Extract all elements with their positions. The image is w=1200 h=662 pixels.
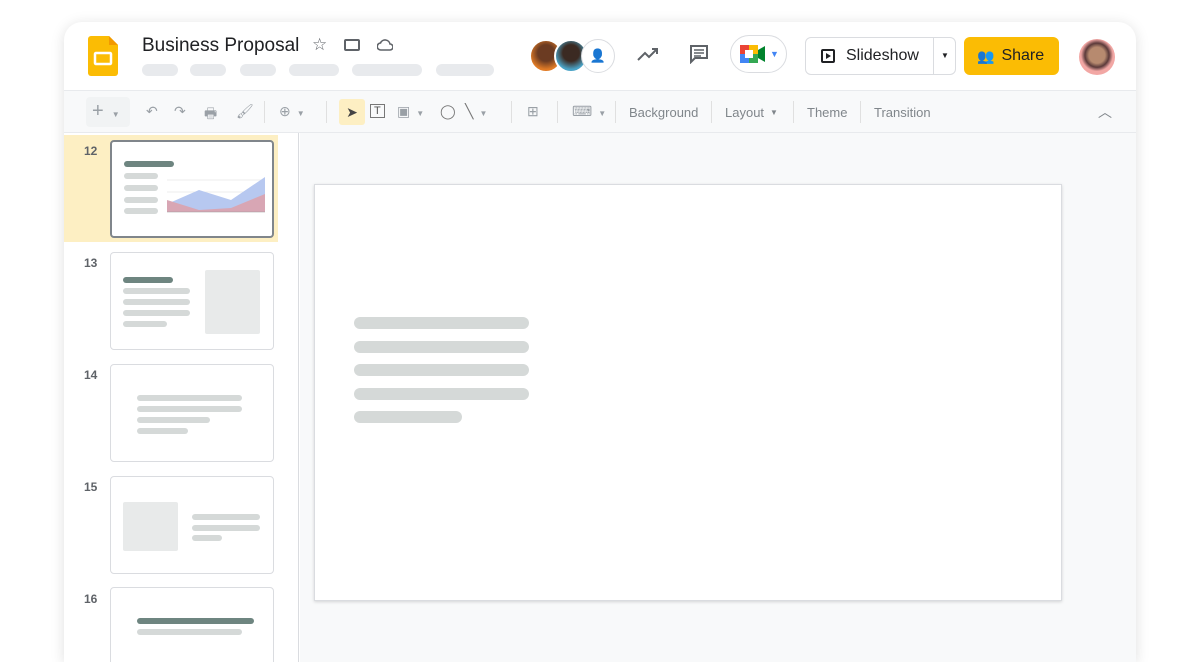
slide-number: 14 — [84, 368, 98, 382]
zoom-icon[interactable]: ⊕ ▼ — [279, 103, 305, 120]
new-slide-button[interactable]: + ▼ — [86, 97, 130, 127]
share-button[interactable]: 👥 Share — [964, 37, 1059, 75]
collapse-toolbar-icon[interactable]: ︿ — [1098, 102, 1112, 122]
slide-number: 16 — [84, 592, 98, 606]
cloud-saved-icon[interactable] — [376, 38, 394, 57]
divider — [326, 101, 327, 123]
text-placeholder — [354, 364, 529, 376]
divider — [615, 101, 616, 123]
slide-thumbnail-14[interactable] — [110, 364, 274, 462]
share-label: Share — [1001, 47, 1045, 64]
star-icon[interactable]: ☆ — [312, 35, 327, 55]
text-placeholder — [354, 388, 529, 400]
transition-button[interactable]: Transition — [874, 105, 931, 120]
divider — [511, 101, 512, 123]
anonymous-viewers-icon[interactable]: 👤 — [581, 39, 615, 73]
select-tool[interactable]: ➤ — [339, 99, 365, 125]
divider — [793, 101, 794, 123]
slide-filmstrip[interactable]: 12 13 14 15 16 — [64, 133, 299, 662]
move-to-folder-icon[interactable] — [344, 39, 360, 51]
toolbar: + ▼ ↶ ↷ 🖶 🖌 ⊕ ▼ ➤ T ▣ ▼ ◯ ╲ ▼ ⊞ ⌨ ▼ Backgroun… — [64, 90, 1136, 133]
redo-icon[interactable]: ↷ — [174, 103, 186, 120]
image-icon[interactable]: ▣ ▼ — [397, 103, 424, 120]
slides-logo[interactable] — [88, 36, 118, 76]
insert-comment-icon[interactable]: ⊞ — [527, 103, 539, 120]
divider — [860, 101, 861, 123]
shape-icon[interactable]: ◯ — [440, 103, 456, 120]
slide-number: 12 — [84, 144, 98, 158]
meet-button[interactable]: ▼ — [730, 35, 787, 73]
input-tools-icon[interactable]: ⌨ ▼ — [572, 103, 606, 120]
divider — [711, 101, 712, 123]
slideshow-options-dropdown[interactable]: ▼ — [933, 38, 956, 74]
divider — [264, 101, 265, 123]
print-icon[interactable]: 🖶 — [204, 103, 217, 127]
google-meet-icon — [740, 45, 765, 63]
area-chart-thumbnail — [167, 177, 265, 213]
theme-button[interactable]: Theme — [807, 105, 847, 120]
slideshow-label: Slideshow — [846, 47, 919, 64]
text-box-icon[interactable]: T — [370, 104, 385, 118]
slide-thumbnail-13[interactable] — [110, 252, 274, 350]
line-icon[interactable]: ╲ ▼ — [465, 103, 487, 120]
text-placeholder — [354, 341, 529, 353]
slideshow-button[interactable]: Slideshow ▼ — [805, 37, 956, 75]
chevron-down-icon: ▼ — [770, 108, 778, 117]
slide-thumbnail-15[interactable] — [110, 476, 274, 574]
text-placeholder — [354, 317, 529, 329]
background-button[interactable]: Background — [629, 105, 698, 120]
slide-thumbnail-16[interactable] — [110, 587, 274, 662]
play-icon — [821, 49, 835, 63]
slides-window: Business Proposal ☆ 👤 ▼ Slideshow ▼ 👥 Sh… — [64, 22, 1136, 662]
slide-editor-canvas — [300, 133, 1136, 662]
layout-button[interactable]: Layout — [725, 105, 764, 120]
slide-number: 15 — [84, 480, 98, 494]
slide-number: 13 — [84, 256, 98, 270]
paint-format-icon[interactable]: 🖌 — [236, 103, 254, 120]
people-icon: 👥 — [977, 47, 995, 64]
chevron-down-icon: ▼ — [770, 49, 779, 59]
document-title[interactable]: Business Proposal — [142, 35, 299, 57]
text-placeholder — [354, 411, 462, 423]
undo-icon[interactable]: ↶ — [146, 103, 158, 120]
divider — [557, 101, 558, 123]
slide-thumbnail-12[interactable] — [110, 140, 274, 238]
current-slide[interactable] — [314, 184, 1062, 601]
user-avatar[interactable] — [1079, 39, 1115, 75]
activity-trend-icon[interactable] — [637, 46, 659, 67]
comments-icon[interactable] — [689, 44, 709, 69]
